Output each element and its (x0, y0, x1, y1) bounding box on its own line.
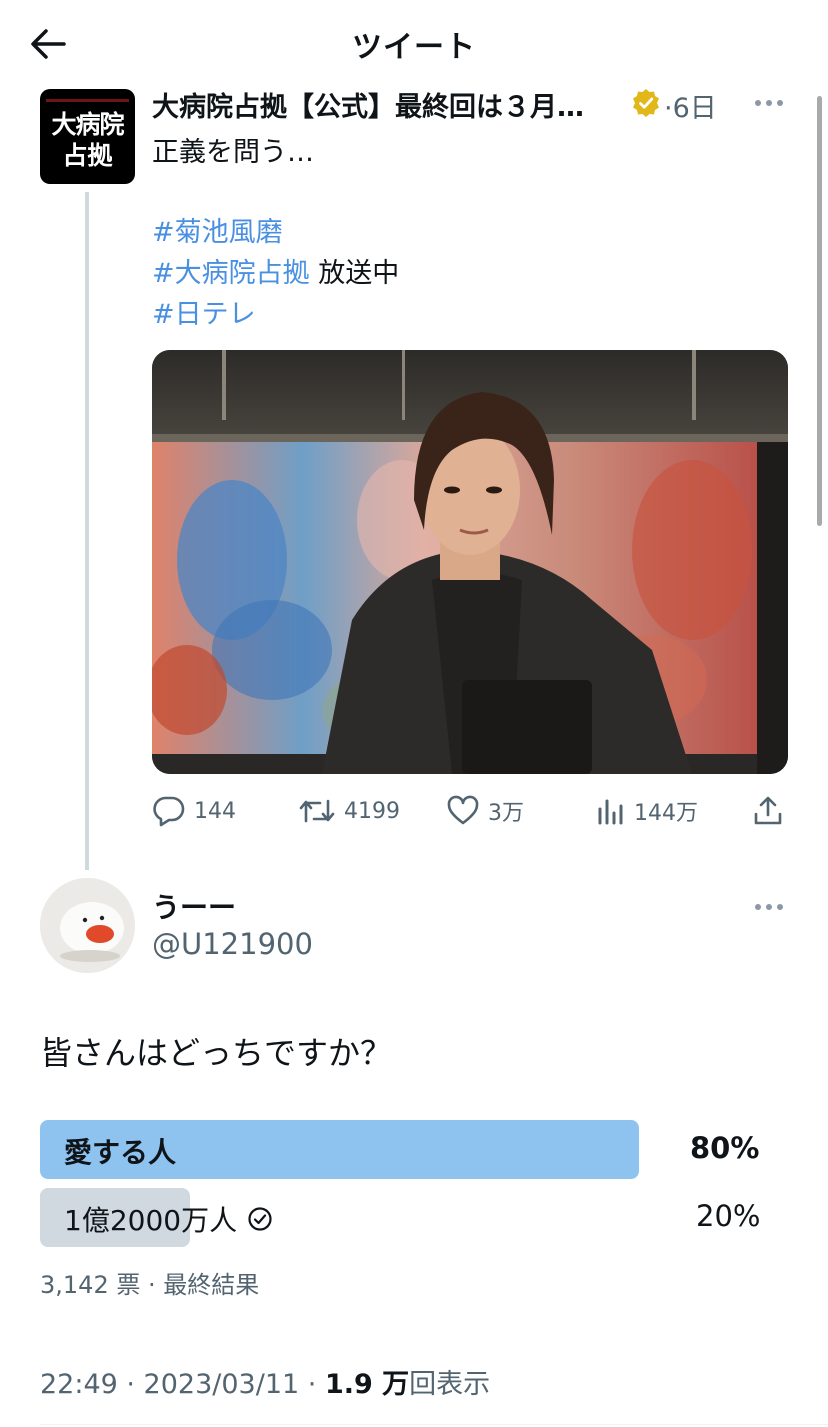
poll-option-voted: 1億2000万人 (64, 1199, 273, 1239)
author-handle[interactable]: @U121900 (152, 927, 313, 961)
hashtag-list: #菊池風磨 #大病院占拠 放送中 #日テレ (152, 212, 399, 335)
analytics-icon (598, 799, 623, 825)
hashtag-link[interactable]: #大病院占拠 (152, 258, 310, 289)
view-count: 144万 (634, 801, 698, 826)
reply-button[interactable]: 144 (152, 794, 236, 828)
retweet-count: 4199 (344, 798, 400, 824)
views-label: 回表示 (409, 1369, 491, 1400)
like-button[interactable]: 3万 (446, 794, 524, 828)
views-button[interactable]: 144万 (596, 794, 698, 828)
share-button[interactable] (752, 794, 784, 828)
hashtag-suffix: 放送中 (309, 258, 400, 289)
retweet-button[interactable]: 4199 (298, 794, 400, 828)
poll-option-label: 1億2000万人 (64, 1204, 238, 1237)
tweet-text: 皆さんはどっちですか？ (40, 1034, 393, 1072)
scrollbar[interactable] (817, 96, 822, 526)
avatar-logo-text: 大病院 (51, 110, 124, 139)
page-title: ツイート (352, 30, 476, 65)
verified-badge-icon (633, 89, 659, 117)
share-icon (754, 796, 782, 825)
heart-icon (447, 795, 479, 825)
tweet-text: 正義を問う… (152, 137, 314, 168)
reply-count: 144 (194, 798, 236, 824)
divider (40, 1424, 828, 1425)
tweet-photo[interactable] (152, 350, 788, 774)
avatar[interactable] (40, 878, 135, 973)
poll-option-percent: 80% (690, 1131, 760, 1165)
more-options-icon[interactable] (755, 98, 785, 108)
check-circle-icon (248, 1207, 272, 1231)
view-count: 1.9 万 (324, 1369, 410, 1400)
poll-option-percent: 20% (696, 1199, 761, 1233)
tweet-timestamp[interactable]: 22:49 · 2023/03/11 · (40, 1369, 325, 1400)
thread-connector (85, 192, 89, 870)
hashtag-link[interactable]: #菊池風磨 (152, 217, 283, 248)
reply-icon (153, 796, 185, 827)
avatar-logo-text: 占拠 (62, 141, 113, 170)
poll-meta: 3,142 票 · 最終結果 (40, 1271, 260, 1299)
retweet-icon (299, 799, 335, 823)
hashtag-link[interactable]: #日テレ (152, 299, 256, 330)
tweet-time[interactable]: ·6日 (664, 86, 717, 125)
poll-option-label: 愛する人 (64, 1136, 177, 1169)
like-count: 3万 (488, 801, 524, 826)
author-name[interactable]: 大病院占拠【公式】最終回は３月… (152, 85, 584, 124)
avatar[interactable]: 大病院 占拠 (40, 89, 135, 184)
more-options-icon[interactable] (755, 902, 785, 912)
author-name[interactable]: うーー (152, 886, 236, 926)
tweet-meta: 22:49 · 2023/03/11 · 1.9 万回表示 (40, 1362, 490, 1401)
